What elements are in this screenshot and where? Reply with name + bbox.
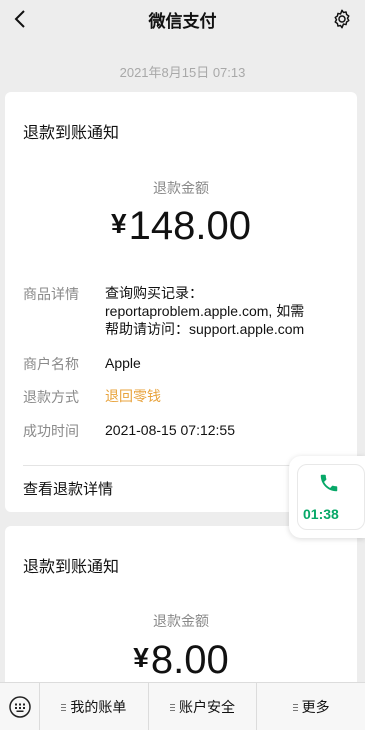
currency-symbol: ¥ — [111, 208, 127, 239]
success-time-value: 2021-08-15 07:12:55 — [105, 422, 235, 438]
merchant-value: Apple — [105, 355, 141, 371]
product-detail-label: 商品详情 — [23, 286, 79, 302]
bottom-menu-bar: 我的账单 账户安全 更多 — [0, 682, 365, 730]
amount-value: 148.00 — [128, 204, 251, 248]
refund-notice-card[interactable]: 退款到账通知 退款金额 ¥148.00 商品详情 查询购买记录： reporta… — [5, 92, 357, 512]
card-title: 退款到账通知 — [23, 559, 120, 576]
amount-label: 退款金额 — [153, 613, 209, 629]
product-detail-line: 帮助请访问：support.apple.com — [105, 321, 305, 337]
refund-amount: ¥148.00 — [5, 204, 357, 249]
call-duration: 01:38 — [303, 506, 339, 522]
menu-more[interactable]: 更多 — [257, 683, 365, 730]
menu-icon — [292, 702, 298, 713]
menu-icon — [61, 702, 67, 713]
refund-method-label: 退款方式 — [23, 389, 79, 405]
phone-icon — [320, 474, 338, 492]
refund-notice-card[interactable]: 退款到账通知 退款金额 ¥8.00 — [5, 526, 357, 696]
menu-label: 我的账单 — [70, 699, 127, 715]
amount-value: 8.00 — [150, 638, 229, 682]
keyboard-toggle-button[interactable] — [0, 683, 40, 730]
settings-button[interactable] — [329, 6, 355, 32]
menu-icon — [170, 702, 175, 713]
currency-symbol: ¥ — [133, 642, 149, 673]
amount-label: 退款金额 — [153, 180, 209, 196]
menu-my-bills[interactable]: 我的账单 — [40, 683, 149, 730]
success-time-label: 成功时间 — [23, 423, 79, 439]
product-detail-line: reportaproblem.apple.com, 如需 — [105, 303, 305, 319]
gear-icon — [334, 9, 350, 29]
merchant-label: 商户名称 — [23, 356, 79, 372]
floating-call-widget[interactable]: 01:38 — [289, 456, 365, 538]
refund-method-value: 退回零钱 — [105, 388, 161, 404]
message-timestamp: 2021年8月15日 07:13 — [119, 65, 246, 80]
menu-label: 账户安全 — [179, 699, 235, 715]
view-refund-details-link[interactable]: 查看退款详情 — [23, 478, 113, 499]
keyboard-icon — [8, 696, 31, 718]
product-detail-line: 查询购买记录： — [105, 285, 203, 301]
menu-account-security[interactable]: 账户安全 — [149, 683, 258, 730]
product-detail-value: 查询购买记录： reportaproblem.apple.com, 如需 帮助请… — [105, 284, 345, 338]
nav-bar: 微信支付 — [0, 0, 365, 40]
card-title: 退款到账通知 — [23, 125, 120, 142]
menu-label: 更多 — [301, 699, 330, 715]
page-title: 微信支付 — [148, 12, 217, 31]
refund-amount: ¥8.00 — [5, 638, 357, 683]
